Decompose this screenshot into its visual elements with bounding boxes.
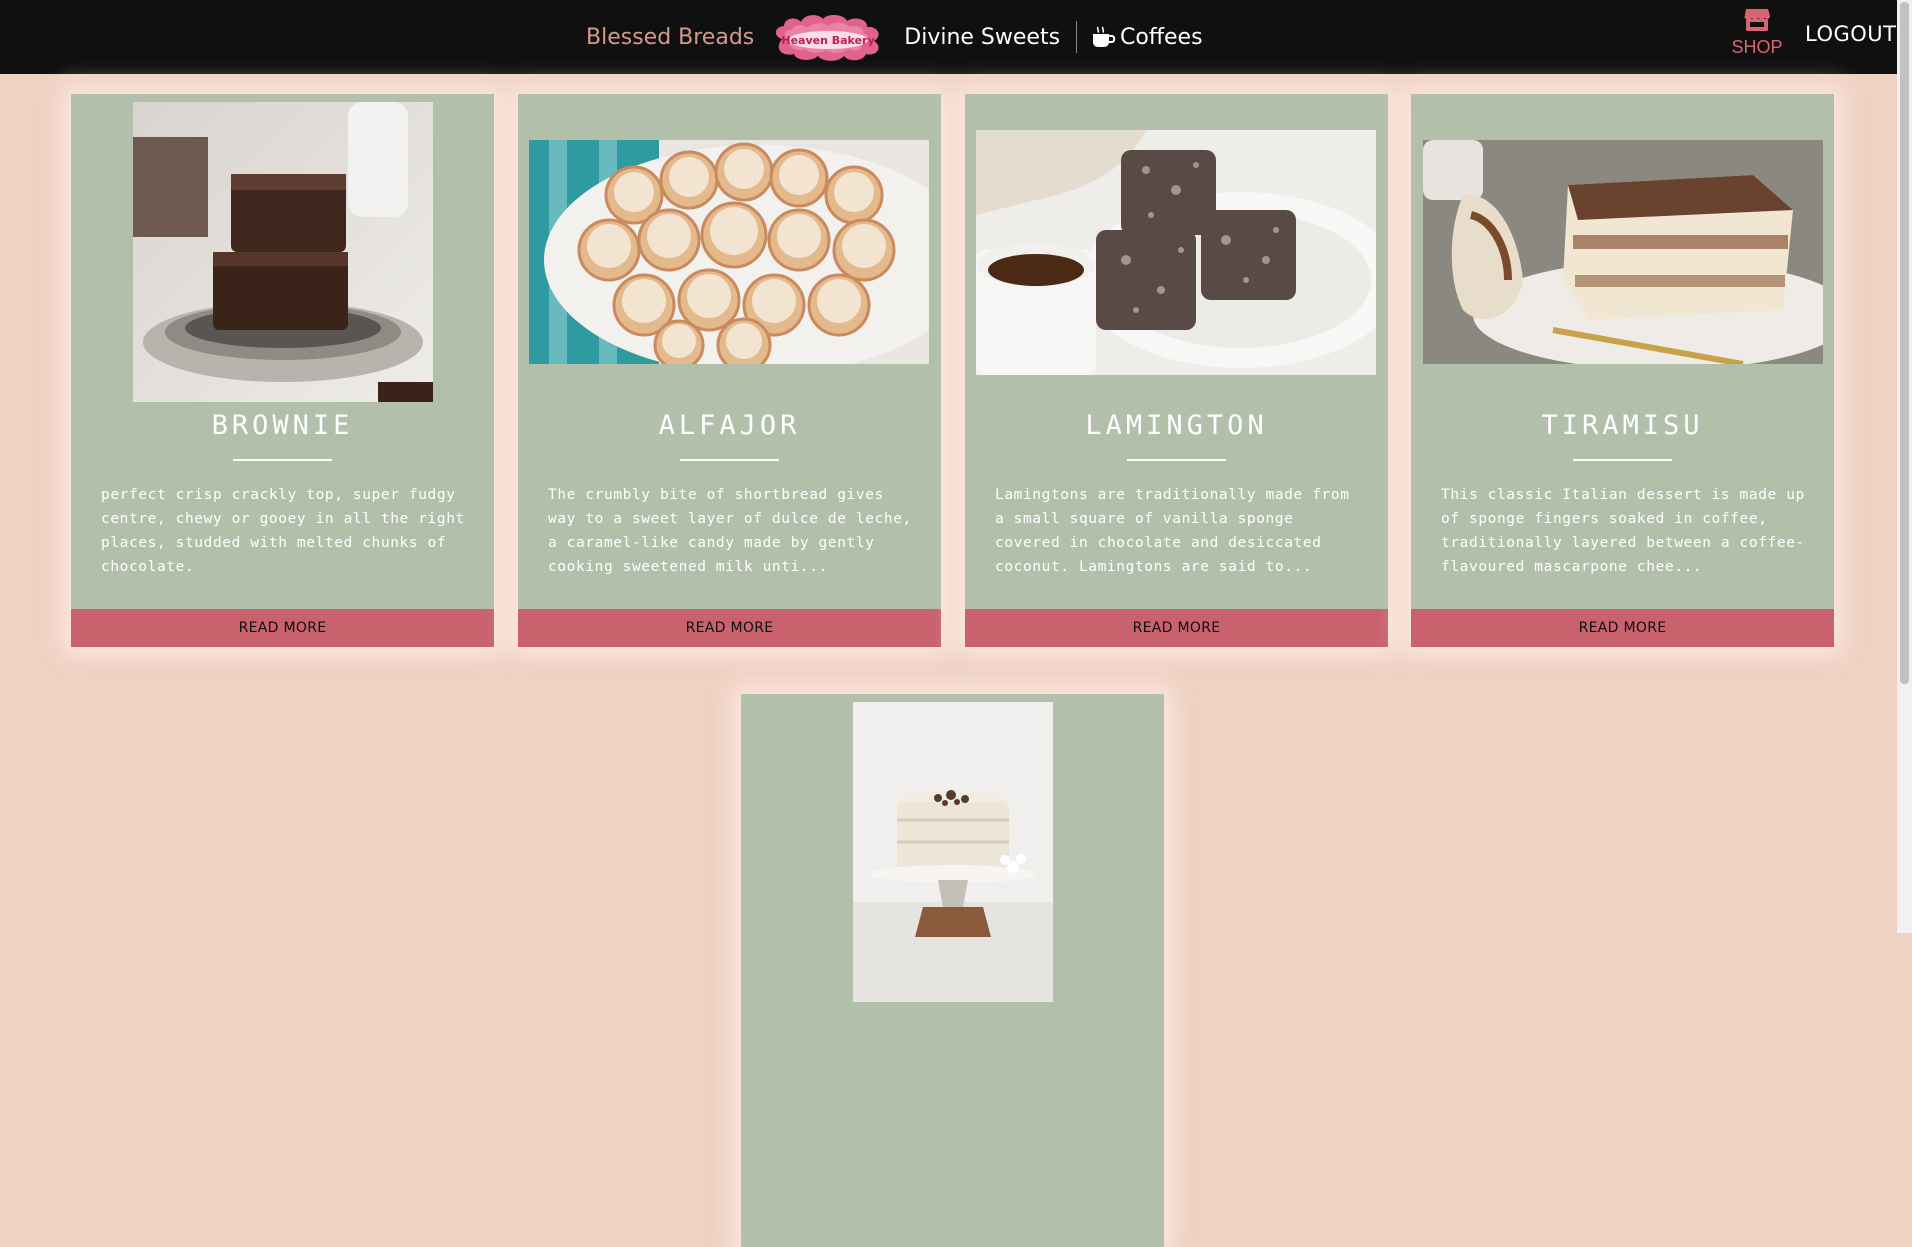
card-title: ALFAJOR [658, 410, 801, 441]
logo-text: Heaven Bakery [782, 34, 875, 47]
alfajor-photo [529, 140, 929, 364]
nav-link-divine-sweets[interactable]: Divine Sweets [904, 25, 1060, 50]
scrollbar-thumb[interactable] [1900, 2, 1909, 684]
read-more-button[interactable]: READ MORE [1411, 609, 1834, 647]
cake-photo [853, 702, 1053, 1002]
card-title: BROWNIE [211, 410, 354, 441]
nav-divider [1076, 21, 1078, 53]
card-title: TIRAMISU [1541, 410, 1704, 441]
title-underline [233, 459, 332, 461]
title-underline [1573, 459, 1672, 461]
product-card-tiramisu: TIRAMISU This classic Italian dessert is… [1411, 94, 1834, 647]
logout-link[interactable]: LOGOUT [1805, 22, 1896, 46]
product-card-brownie: BROWNIE perfect crisp crackly top, super… [71, 94, 494, 647]
title-underline [1127, 459, 1226, 461]
brownie-photo [133, 102, 433, 402]
lamington-photo [976, 130, 1376, 375]
coffee-cup-icon [1093, 26, 1116, 47]
tiramisu-photo [1423, 140, 1823, 364]
card-description: Lamingtons are traditionally made from a… [995, 487, 1350, 575]
read-more-button[interactable]: READ MORE [518, 609, 941, 647]
top-navbar: Blessed Breads Heaven Bakery Divine Swee… [0, 0, 1897, 74]
card-description: perfect crisp crackly top, super fudgy c… [101, 487, 465, 575]
shop-label: SHOP [1731, 37, 1783, 57]
heaven-bakery-logo[interactable]: Heaven Bakery [768, 11, 888, 63]
card-description: The crumbly bite of shortbread gives way… [548, 487, 912, 575]
title-underline [680, 459, 779, 461]
nav-center: Blessed Breads Heaven Bakery Divine Swee… [586, 0, 1203, 74]
storefront-icon [1744, 9, 1770, 31]
card-description: This classic Italian dessert is made up … [1441, 487, 1805, 575]
shop-button[interactable]: SHOP [1731, 5, 1783, 65]
nav-link-coffees[interactable]: Coffees [1120, 25, 1203, 50]
product-card-cake [741, 694, 1164, 1247]
nav-link-blessed-breads[interactable]: Blessed Breads [586, 25, 754, 50]
product-card-alfajor: ALFAJOR The crumbly bite of shortbread g… [518, 94, 941, 647]
vertical-scrollbar[interactable] [1897, 0, 1912, 933]
read-more-button[interactable]: READ MORE [965, 609, 1388, 647]
product-card-lamington: LAMINGTON Lamingtons are traditionally m… [965, 94, 1388, 647]
read-more-button[interactable]: READ MORE [71, 609, 494, 647]
card-title: LAMINGTON [1085, 410, 1268, 441]
